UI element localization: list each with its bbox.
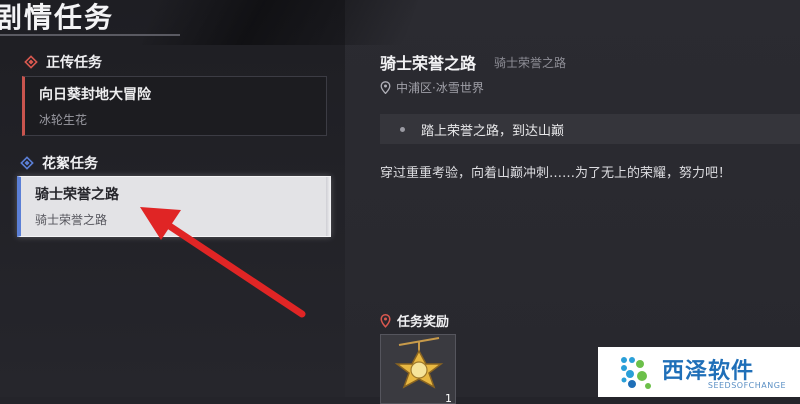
rewards-header: 任务奖励 <box>380 311 449 330</box>
location: 中浦区·冰雪世界 <box>380 79 484 96</box>
objective-box: 踏上荣誉之路，到达山巅 <box>380 114 800 144</box>
location-text: 中浦区·冰雪世界 <box>396 81 484 95</box>
objective-bullet <box>400 126 405 132</box>
rewards-label: 任务奖励 <box>397 315 450 330</box>
detail-title: 骑士荣誉之路 <box>380 54 477 73</box>
reward-count: 1 <box>445 392 452 404</box>
quest-description: 穿过重重考验，向着山巅冲刺……为了无上的荣耀，努力吧！ <box>380 166 732 181</box>
watermark-en: SEEDSOFCHANGE <box>707 381 786 390</box>
seeds-of-change-logo-icon <box>621 357 651 389</box>
reward-item[interactable]: 1 <box>380 334 456 404</box>
watermark: 西泽软件 SEEDSOFCHANGE <box>598 347 800 397</box>
objective-text: 踏上荣誉之路，到达山巅 <box>421 123 565 139</box>
detail-subtitle: 骑士荣誉之路 <box>494 56 567 70</box>
location-pin-icon <box>380 81 391 94</box>
reward-pin-icon <box>380 313 391 328</box>
